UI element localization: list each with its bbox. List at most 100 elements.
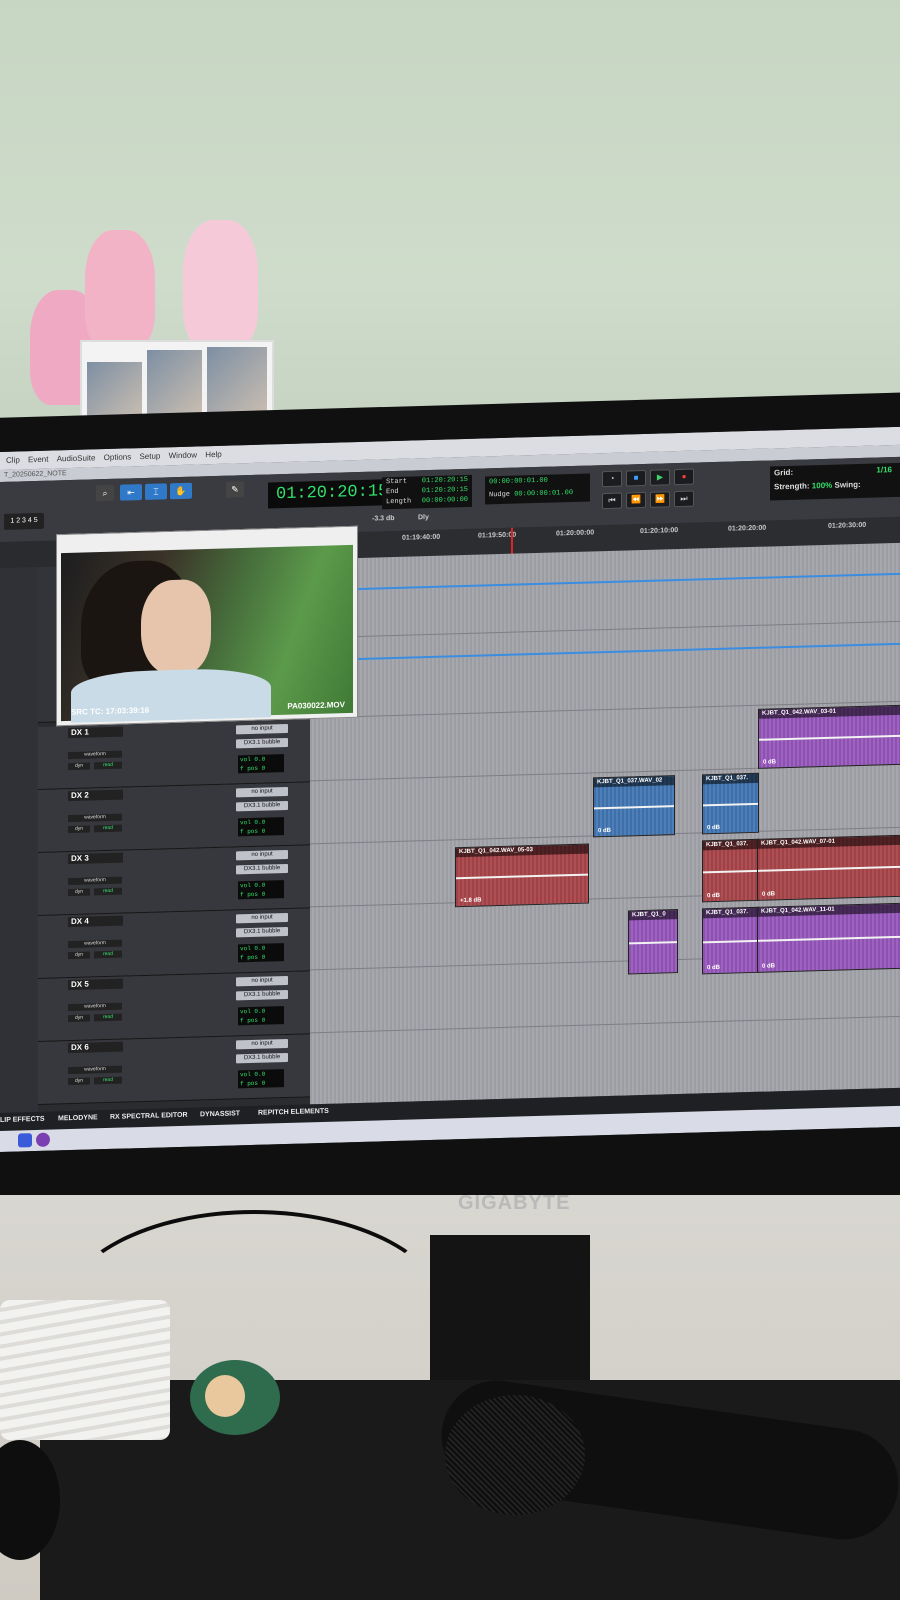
track-output[interactable]: DX3.1 bubble (236, 737, 288, 749)
pan-value[interactable]: 0 (262, 954, 266, 961)
menu-item-audiosuite[interactable]: AudioSuite (57, 449, 96, 468)
main-counter[interactable]: 01:20:20:15 (268, 479, 388, 509)
fast-forward-icon[interactable]: ⏩ (650, 491, 670, 508)
track-mode[interactable]: waveform (68, 939, 122, 949)
taskbar-app-icon[interactable] (36, 1132, 50, 1147)
track-input[interactable]: no input (236, 786, 288, 798)
audio-clip[interactable]: KJBT_Q1_042.WAV_03-01 0 dB (758, 704, 900, 769)
vol-value[interactable]: 0.0 (254, 1008, 265, 1015)
vol-value[interactable]: 0.0 (254, 756, 265, 763)
pencil-tool-button[interactable]: ✎ (226, 481, 244, 498)
track-dyn[interactable]: dyn (68, 1077, 90, 1086)
track-read[interactable]: read (94, 950, 122, 959)
track-name[interactable]: DX 3 (68, 852, 123, 865)
vol-value[interactable]: 0.0 (254, 945, 265, 952)
menu-item-help[interactable]: Help (205, 446, 221, 464)
hand-tool-button[interactable]: ✋ (170, 482, 192, 500)
audio-clip[interactable]: KJBT_Q1_037. 0 dB (702, 772, 759, 835)
pan-value[interactable]: 0 (262, 1080, 266, 1087)
track-read[interactable]: read (94, 761, 122, 770)
audio-clip[interactable]: KJBT_Q1_042.WAV_07-01 0 dB (757, 834, 900, 901)
track-dyn[interactable]: dyn (68, 762, 90, 771)
track-name[interactable]: DX 5 (68, 978, 123, 991)
strength-value[interactable]: 100% (812, 481, 832, 491)
tab-dynassist[interactable]: DYNASSIST (200, 1110, 240, 1118)
tab-rx-spectral-editor[interactable]: RX SPECTRAL EDITOR (110, 1112, 188, 1121)
track-header-dx6[interactable]: DX 6 waveform dyn read no input DX3.1 bu… (38, 1034, 310, 1105)
track-header-dx2[interactable]: DX 2 waveform dyn read no input DX3.1 bu… (38, 782, 310, 853)
return-to-zero-icon[interactable]: ⏮ (602, 492, 622, 510)
track-name[interactable]: DX 6 (68, 1041, 123, 1054)
length-value[interactable]: 00:00:00:00 (422, 495, 472, 506)
menu-item-setup[interactable]: Setup (139, 448, 160, 467)
track-mode[interactable]: waveform (68, 1002, 122, 1012)
track-mode[interactable]: waveform (68, 750, 122, 760)
taskbar-app-icon[interactable] (18, 1133, 32, 1148)
audio-clip[interactable]: KJBT_Q1_042.WAV_05-03 +1.8 dB (455, 843, 589, 908)
track-dyn[interactable]: dyn (68, 1014, 90, 1023)
vol-value[interactable]: 0.0 (254, 1071, 265, 1078)
track-header-dx5[interactable]: DX 5 waveform dyn read no input DX3.1 bu… (38, 971, 310, 1042)
pan-value[interactable]: 0 (262, 1017, 266, 1024)
track-input[interactable]: no input (236, 1038, 288, 1050)
volume-readout[interactable]: vol 0.0 f pos 0 (238, 817, 284, 837)
track-name[interactable]: DX 4 (68, 915, 123, 928)
menu-item-event[interactable]: Event (28, 451, 48, 470)
play-icon[interactable]: ▶ (650, 469, 670, 486)
pan-value[interactable]: 0 (262, 828, 266, 835)
track-read[interactable]: read (94, 1013, 122, 1022)
track-input[interactable]: no input (236, 849, 288, 861)
pan-value[interactable]: 0 (262, 765, 266, 772)
track-input[interactable]: no input (236, 975, 288, 987)
online-icon[interactable]: ◔ (602, 470, 622, 488)
selector-tool-button[interactable]: ⌶ (145, 483, 167, 500)
nudge-value-1[interactable]: 00:00:00:01.00 (489, 477, 548, 487)
volume-readout[interactable]: vol 0.0 f pos 0 (238, 880, 284, 900)
record-icon[interactable]: ● (674, 468, 694, 486)
tab-repitch-elements[interactable]: REPITCH ELEMENTS (258, 1108, 329, 1117)
edit-window-timeline[interactable]: KJBT_Q1_042.WAV_03-01 0 dB KJBT_Q1_037.W… (310, 542, 900, 1106)
track-read[interactable]: read (94, 887, 122, 896)
volume-readout[interactable]: vol 0.0 f pos 0 (238, 1006, 284, 1026)
track-input[interactable]: no input (236, 723, 288, 735)
zoom-tool-button[interactable]: ⌕ (96, 484, 114, 502)
pan-value[interactable]: 0 (262, 891, 266, 898)
track-output[interactable]: DX3.1 bubble (236, 863, 288, 875)
track-header-dx4[interactable]: DX 4 waveform dyn read no input DX3.1 bu… (38, 908, 310, 979)
nudge-value-2[interactable]: 00:00:00:01.00 (514, 489, 573, 499)
track-input[interactable]: no input (236, 912, 288, 924)
trim-tool-button[interactable]: ⇤ (120, 484, 142, 501)
track-dyn[interactable]: dyn (68, 888, 90, 897)
track-output[interactable]: DX3.1 bubble (236, 1052, 288, 1064)
tab-melodyne[interactable]: MELODYNE (58, 1114, 98, 1122)
track-output[interactable]: DX3.1 bubble (236, 800, 288, 812)
audio-clip[interactable]: KJBT_Q1_037. 0 dB (702, 906, 759, 975)
track-mode[interactable]: waveform (68, 1065, 122, 1075)
audio-clip[interactable]: KJBT_Q1_042.WAV_11-01 0 dB (757, 902, 900, 973)
menu-item-options[interactable]: Options (104, 448, 132, 467)
tab-clip-effects[interactable]: LIP EFFECTS (0, 1116, 45, 1124)
track-dyn[interactable]: dyn (68, 825, 90, 834)
audio-clip[interactable]: KJBT_Q1_0 (628, 909, 678, 975)
volume-readout[interactable]: vol 0.0 f pos 0 (238, 1069, 284, 1089)
menu-item-clip[interactable]: Clip (6, 451, 20, 469)
vol-value[interactable]: 0.0 (254, 819, 265, 826)
grid-value[interactable]: 1/16 (876, 463, 900, 478)
track-read[interactable]: read (94, 824, 122, 833)
track-output[interactable]: DX3.1 bubble (236, 989, 288, 1001)
track-mode[interactable]: waveform (68, 813, 122, 823)
volume-readout[interactable]: vol 0.0 f pos 0 (238, 754, 284, 774)
volume-readout[interactable]: vol 0.0 f pos 0 (238, 943, 284, 963)
grid-mode-button[interactable]: 1 2 3 4 5 (4, 512, 44, 530)
vol-value[interactable]: 0.0 (254, 882, 265, 889)
go-to-end-icon[interactable]: ⏭ (674, 490, 694, 508)
audio-clip[interactable]: KJBT_Q1_037.WAV_02 0 dB (593, 775, 675, 838)
track-output[interactable]: DX3.1 bubble (236, 926, 288, 938)
track-name[interactable]: DX 2 (68, 789, 123, 802)
track-header-dx1[interactable]: DX 1 waveform dyn read no input DX3.1 bu… (38, 719, 310, 790)
track-read[interactable]: read (94, 1076, 122, 1085)
video-window[interactable]: SRC TC: 17:03:39:16 PA030022.MOV (56, 525, 358, 727)
track-mode[interactable]: waveform (68, 876, 122, 886)
audio-clip[interactable]: KJBT_Q1_037. 0 dB (702, 838, 759, 903)
track-dyn[interactable]: dyn (68, 951, 90, 960)
